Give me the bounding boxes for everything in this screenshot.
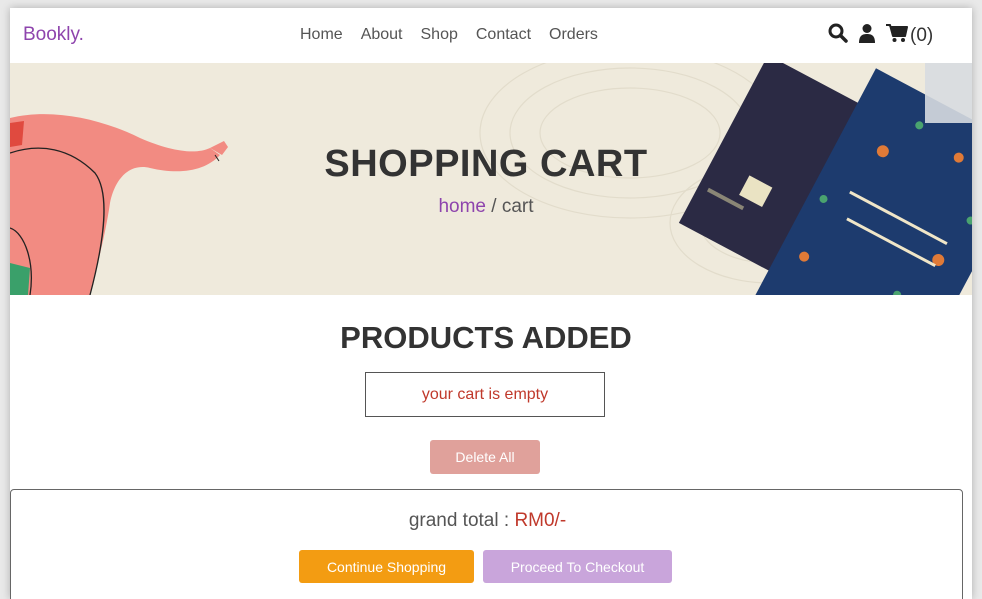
grand-total: grand total : RM0/- (11, 510, 964, 532)
site-header: Bookly. Home About Shop Contact Orders (… (10, 8, 972, 63)
grand-total-value: RM0/- (514, 510, 567, 531)
hero-banner: SHOPPING CART home / cart (10, 63, 972, 295)
products-title: PRODUCTS ADDED (340, 320, 632, 355)
search-icon[interactable] (828, 23, 848, 48)
nav-about[interactable]: About (361, 26, 403, 44)
cart-total-panel: grand total : RM0/- Continue Shopping Pr… (10, 489, 963, 599)
nav-shop[interactable]: Shop (421, 26, 458, 44)
breadcrumb-home-link[interactable]: home (438, 196, 486, 217)
logo[interactable]: Bookly. (23, 24, 84, 46)
cart-icon[interactable] (886, 23, 908, 48)
breadcrumb: home / cart (10, 196, 962, 218)
browser-page: Bookly. Home About Shop Contact Orders (… (10, 8, 972, 599)
breadcrumb-separator: / (486, 196, 502, 217)
proceed-to-checkout-button[interactable]: Proceed To Checkout (483, 550, 672, 583)
user-icon[interactable] (858, 23, 876, 48)
nav-contact[interactable]: Contact (476, 26, 531, 44)
nav-home[interactable]: Home (300, 26, 343, 44)
nav-orders[interactable]: Orders (549, 26, 598, 44)
header-icons: (0) (828, 23, 933, 48)
grand-total-label: grand total : (408, 510, 515, 531)
empty-cart-message: your cart is empty (365, 372, 605, 417)
main-nav: Home About Shop Contact Orders (300, 26, 616, 44)
page-title: SHOPPING CART (324, 143, 648, 185)
cart-count[interactable]: (0) (910, 25, 933, 47)
breadcrumb-current: cart (501, 196, 534, 217)
continue-shopping-button[interactable]: Continue Shopping (299, 550, 474, 583)
delete-all-button[interactable]: Delete All (430, 440, 540, 474)
